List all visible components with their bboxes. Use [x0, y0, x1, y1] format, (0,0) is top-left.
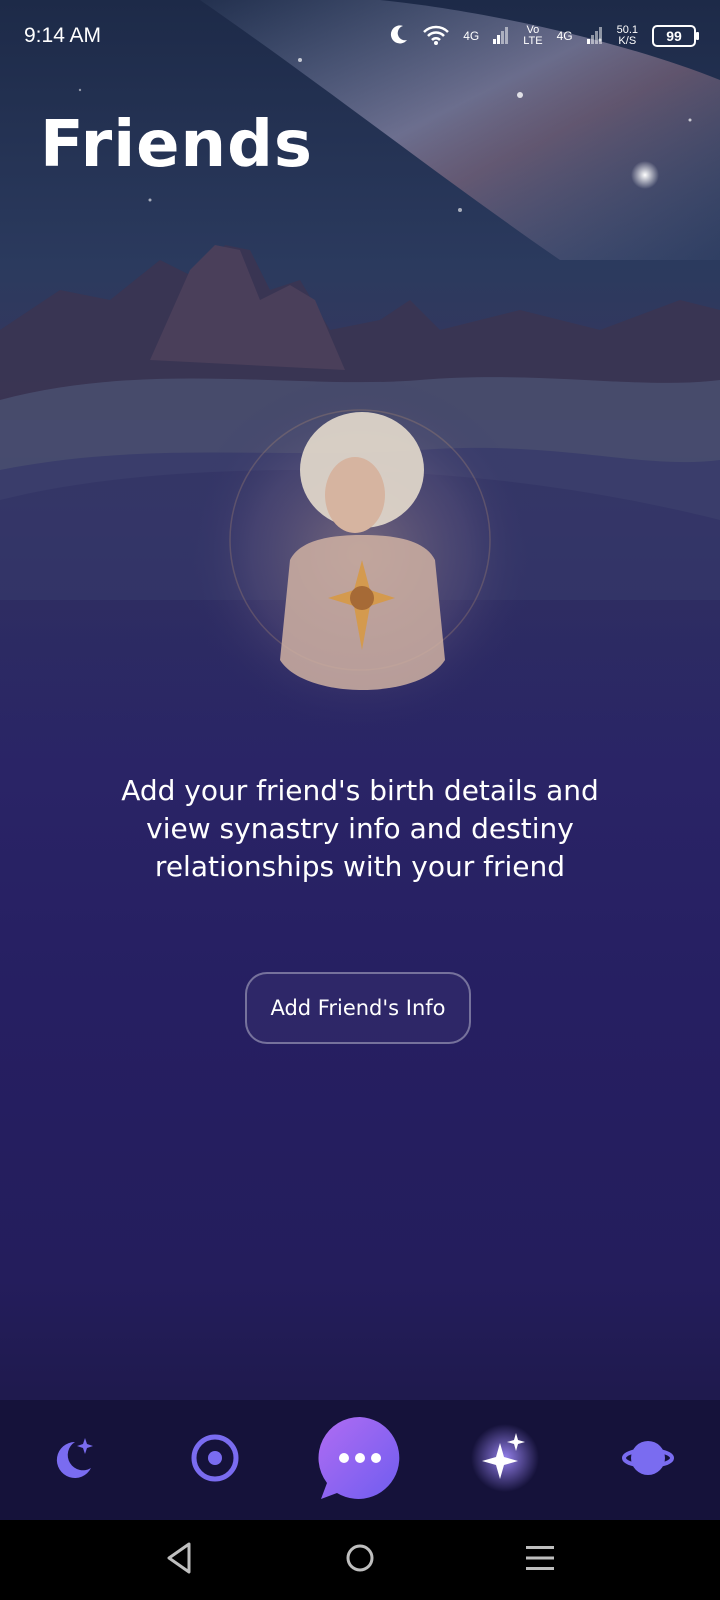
- battery-icon: 99: [652, 25, 699, 47]
- status-time: 9:14 AM: [24, 24, 102, 47]
- do-not-disturb-moon-icon: [389, 24, 409, 49]
- nav-item-planet[interactable]: [605, 1400, 690, 1520]
- nav-item-chat[interactable]: [312, 1400, 408, 1520]
- menu-lines-icon: [524, 1543, 556, 1577]
- system-back-button[interactable]: [140, 1520, 220, 1600]
- planet-icon: [621, 1432, 674, 1488]
- signal-icon-1: [493, 26, 509, 47]
- network-type-2: 4G: [556, 29, 573, 43]
- wifi-icon: [423, 25, 450, 48]
- chat-bubble-icon: [315, 1413, 405, 1507]
- nav-item-moon[interactable]: [30, 1400, 115, 1520]
- system-menu-button[interactable]: [500, 1520, 580, 1600]
- sparkles-icon: [470, 1423, 540, 1497]
- nav-item-target[interactable]: [172, 1400, 257, 1520]
- system-navigation-bar: [0, 1520, 720, 1600]
- page-title: Friends: [40, 108, 313, 182]
- bottom-nav: [0, 1400, 720, 1520]
- system-home-button[interactable]: [320, 1520, 400, 1600]
- status-icons: 4G Vo LTE 4G 50.1 K/S 99: [389, 24, 699, 49]
- add-friend-info-button[interactable]: Add Friend's Info: [245, 972, 471, 1044]
- nav-item-friends[interactable]: [462, 1400, 547, 1520]
- network-type-1: 4G: [463, 29, 480, 43]
- moon-stars-icon: [47, 1432, 99, 1488]
- back-triangle-icon: [165, 1541, 195, 1579]
- network-speed: 50.1 K/S: [616, 24, 638, 47]
- volte-badge: Vo LTE: [523, 24, 543, 47]
- status-bar: 9:14 AM 4G Vo LTE 4G 50.1 K/S 99: [0, 0, 720, 72]
- empty-state-description: Add your friend's birth details and view…: [121, 774, 599, 883]
- target-icon: [189, 1432, 241, 1488]
- home-circle-icon: [344, 1542, 376, 1578]
- signal-icon-2: [586, 26, 603, 47]
